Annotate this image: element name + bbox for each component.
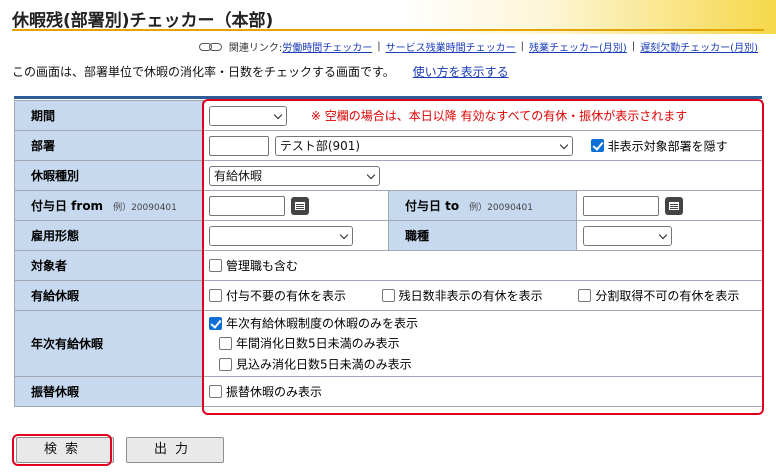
department-code-input[interactable] [209, 135, 269, 156]
hide-hidden-departments-checkbox[interactable] [590, 139, 604, 152]
show-no-grant-label: 付与不要の有休を表示 [226, 289, 347, 303]
show-hidden-remaining-label: 残日数非表示の有休を表示 [398, 289, 543, 303]
description-text: この画面は、部署単位で休暇の消化率・日数をチェックする画面です。 [12, 65, 395, 79]
link-separator: | [520, 41, 524, 52]
grant-from-cell [202, 190, 389, 221]
row-target: 対象者 管理職も含む [14, 250, 763, 281]
link-separator: | [377, 41, 381, 52]
period-cell: ※ 空欄の場合は、本日以降 有効なすべての有休・振休が表示されます [202, 100, 763, 131]
row-substitute: 振替休暇 振替休暇のみ表示 [14, 376, 763, 407]
grant-to-input[interactable] [583, 195, 659, 216]
chevron-down-icon [366, 170, 376, 179]
chevron-down-icon [658, 230, 668, 239]
row-annual-paid: 年次有給休暇 年次有給休暇制度の休暇のみを表示 年間消化日数5日未満のみ表示 見… [14, 310, 763, 377]
target-cell: 管理職も含む [202, 250, 763, 281]
row-grant-date: 付与日 from 例）20090401 付与日 to 例）20090401 [14, 190, 763, 221]
include-managers-label: 管理職も含む [226, 259, 299, 273]
link-chain-icon [198, 42, 223, 52]
employment-cell [202, 220, 389, 251]
projected-under5-checkbox[interactable] [219, 357, 232, 371]
related-links: 関連リンク: 労働時間チェッカー | サービス残業時間チェッカー | 残業チェッ… [198, 39, 758, 54]
show-hidden-remaining-checkbox[interactable] [381, 289, 395, 302]
job-type-label: 職種 [388, 220, 577, 251]
substitute-cell: 振替休暇のみ表示 [202, 376, 763, 407]
page-title: 休暇残(部署別)チェッカー（本部) [12, 11, 274, 31]
department-cell: テスト部(901) 非表示対象部署を隠す [202, 130, 763, 161]
title-bar: 休暇残(部署別)チェッカー（本部) [0, 0, 776, 34]
chevron-down-icon [273, 110, 283, 119]
show-no-grant-checkbox[interactable] [209, 289, 222, 302]
hide-hidden-departments-label: 非表示対象部署を隠す [607, 139, 728, 153]
chevron-down-icon [559, 140, 569, 149]
period-note: ※ 空欄の場合は、本日以降 有効なすべての有休・振休が表示されます [310, 109, 688, 123]
page-description: この画面は、部署単位で休暇の消化率・日数をチェックする画面です。 使い方を表示す… [12, 63, 509, 80]
calendar-icon[interactable] [291, 196, 309, 215]
substitute-only-checkbox[interactable] [209, 385, 222, 398]
grant-from-example: 例）20090401 [113, 203, 177, 213]
period-label: 期間 [14, 100, 203, 131]
annual-paid-only-label: 年次有給休暇制度の休暇のみを表示 [226, 316, 419, 331]
department-select[interactable]: テスト部(901) [274, 135, 573, 156]
grant-to-cell [576, 190, 763, 221]
annual-under5-checkbox[interactable] [219, 337, 232, 351]
form-top-border [14, 96, 762, 99]
annual-paid-label: 年次有給休暇 [14, 310, 203, 377]
employment-select[interactable] [209, 225, 353, 246]
row-leave-type: 休暇種別 有給休暇 [14, 160, 763, 191]
job-type-cell [576, 220, 763, 251]
annual-under5-label: 年間消化日数5日未満のみ表示 [236, 336, 400, 351]
substitute-label: 振替休暇 [14, 376, 203, 407]
chevron-down-icon [339, 230, 349, 239]
grant-to-label: 付与日 to 例）20090401 [388, 190, 577, 221]
job-type-select[interactable] [583, 225, 672, 246]
show-howto-link[interactable]: 使い方を表示する [413, 65, 509, 79]
leave-type-select[interactable]: 有給休暇 [209, 165, 380, 186]
row-department: 部署 テスト部(901) 非表示対象部署を隠す [14, 130, 763, 161]
grant-from-input[interactable] [209, 195, 285, 216]
leave-type-label: 休暇種別 [14, 160, 203, 191]
leave-type-cell: 有給休暇 [202, 160, 763, 191]
link-late-absence-checker-monthly[interactable]: 遅刻欠勤チェッカー(月別) [640, 39, 758, 54]
grant-to-example: 例）20090401 [469, 203, 533, 213]
target-label: 対象者 [14, 250, 203, 281]
title-underline [12, 29, 764, 31]
annual-paid-only-checkbox[interactable] [209, 316, 222, 330]
grant-from-label: 付与日 from 例）20090401 [14, 190, 203, 221]
link-service-overtime-checker[interactable]: サービス残業時間チェッカー [386, 39, 516, 54]
employment-label: 雇用形態 [14, 220, 203, 251]
annual-paid-cell: 年次有給休暇制度の休暇のみを表示 年間消化日数5日未満のみ表示 見込み消化日数5… [202, 310, 763, 377]
row-period: 期間 ※ 空欄の場合は、本日以降 有効なすべての有休・振休が表示されます [14, 100, 763, 131]
paid-leave-label: 有給休暇 [14, 280, 203, 311]
search-button[interactable]: 検索 [16, 437, 114, 463]
link-overtime-checker-monthly[interactable]: 残業チェッカー(月別) [529, 39, 627, 54]
row-paid-leave: 有給休暇 付与不要の有休を表示 残日数非表示の有休を表示 分割取得不可の有休を表… [14, 280, 763, 311]
paid-leave-cell: 付与不要の有休を表示 残日数非表示の有休を表示 分割取得不可の有休を表示 [202, 280, 763, 311]
link-separator: | [631, 41, 636, 52]
show-no-split-label: 分割取得不可の有休を表示 [595, 289, 740, 303]
substitute-only-label: 振替休暇のみ表示 [226, 385, 323, 399]
period-select[interactable] [209, 105, 287, 126]
projected-under5-label: 見込み消化日数5日未満のみ表示 [236, 357, 412, 372]
department-label: 部署 [14, 130, 203, 161]
output-button[interactable]: 出力 [126, 437, 224, 463]
calendar-icon[interactable] [665, 196, 683, 215]
row-employment: 雇用形態 職種 [14, 220, 763, 251]
related-links-prefix: 関連リンク: [228, 43, 283, 54]
link-work-hours-checker[interactable]: 労働時間チェッカー [282, 39, 372, 54]
include-managers-checkbox[interactable] [209, 259, 222, 272]
search-form-table: 期間 ※ 空欄の場合は、本日以降 有効なすべての有休・振休が表示されます 部署 … [14, 100, 763, 407]
show-no-split-checkbox[interactable] [578, 289, 592, 302]
